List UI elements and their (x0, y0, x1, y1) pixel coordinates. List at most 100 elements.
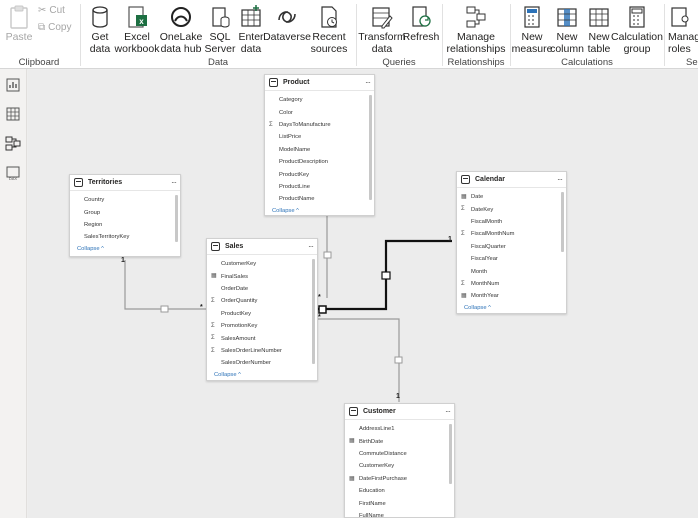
field-region[interactable]: Region (70, 219, 180, 231)
scrollbar[interactable] (312, 259, 315, 364)
dax-query-view-icon[interactable]: DAX (5, 165, 21, 181)
field-fullname[interactable]: FullName (345, 510, 454, 518)
more-options-icon[interactable]: ··· (557, 175, 563, 184)
field-fiscalmonthnum[interactable]: Σ FiscalMonthNum (457, 228, 566, 240)
field-salesterritorykey[interactable]: SalesTerritoryKey (70, 231, 180, 243)
transform-data-button[interactable]: Transform data (358, 0, 406, 58)
field-firstname[interactable]: FirstName (345, 497, 454, 509)
field-salesamount[interactable]: Σ SalesAmount (207, 332, 317, 344)
more-options-icon[interactable]: ··· (171, 178, 177, 187)
field-productkey[interactable]: ProductKey (207, 308, 317, 320)
field-datekey[interactable]: Σ DateKey (457, 203, 566, 215)
field-orderdate[interactable]: OrderDate (207, 283, 317, 295)
field-birthdate[interactable]: ▦ BirthDate (345, 435, 454, 447)
model-view-icon[interactable] (5, 135, 21, 151)
field-fiscalquarter[interactable]: FiscalQuarter (457, 241, 566, 253)
calculation-group-button[interactable]: Calculation group (611, 0, 663, 58)
paste-button[interactable]: Paste (5, 0, 33, 58)
field-finalsales[interactable]: ▦ FinalSales (207, 270, 317, 282)
field-customerkey[interactable]: CustomerKey (207, 258, 317, 270)
scrollbar[interactable] (561, 192, 564, 252)
enter-data-button[interactable]: Enter data (236, 0, 266, 58)
field-monthyear[interactable]: ▦ MonthYear (457, 290, 566, 302)
field-addressline1[interactable]: AddressLine1 (345, 423, 454, 435)
refresh-button[interactable]: Refresh (403, 0, 439, 58)
field-label: FiscalMonthNum (471, 231, 515, 238)
recent-sources-button[interactable]: Recent sources (308, 0, 350, 58)
copy-icon: ⧉ (38, 22, 46, 33)
field-productdescription[interactable]: ProductDescription (265, 156, 374, 168)
field-group[interactable]: Group (70, 206, 180, 218)
get-data-button[interactable]: Get data (84, 0, 116, 58)
new-table-button[interactable]: New table (584, 0, 614, 58)
new-measure-button[interactable]: New measure (512, 0, 552, 58)
table-view-icon[interactable] (5, 106, 21, 122)
copy-button[interactable]: ⧉ Copy (38, 22, 72, 33)
field-label: FinalSales (221, 273, 249, 280)
field-fiscalyear[interactable]: FiscalYear (457, 253, 566, 265)
field-customerkey[interactable]: CustomerKey (345, 460, 454, 472)
field-salesorderlinenumber[interactable]: Σ SalesOrderLineNumber (207, 345, 317, 357)
cardinality-one: 1 (121, 257, 125, 264)
field-orderquantity[interactable]: Σ OrderQuantity (207, 295, 317, 307)
dataverse-button[interactable]: Dataverse (263, 0, 311, 58)
territories-sales-relationship[interactable] (124, 260, 206, 310)
onelake-button[interactable]: OneLake data hub (158, 0, 204, 58)
table-card-sales[interactable]: Sales ··· CustomerKey ▦ FinalSales OrderDat… (206, 238, 318, 381)
collapse-button[interactable]: Collapse ^ (265, 206, 374, 217)
field-category[interactable]: Category (265, 94, 374, 106)
table-card-customer[interactable]: Customer ··· AddressLine1 ▦ BirthDate Commu… (344, 403, 455, 518)
model-canvas[interactable]: 1 * * 1 * 1 Product ··· Category Color Σ Da… (28, 70, 698, 518)
excel-workbook-button[interactable]: x Excel workbook (115, 0, 159, 58)
field-month[interactable]: Month (457, 265, 566, 277)
relationships-group-label: Relationships (447, 57, 505, 68)
table-header[interactable]: Territories ··· (70, 175, 180, 191)
field-date[interactable]: ▦ Date (457, 191, 566, 203)
table-title: Product (283, 79, 310, 86)
field-productline[interactable]: ProductLine (265, 181, 374, 193)
table-card-product[interactable]: Product ··· Category Color Σ DaysToManufact… (264, 74, 375, 216)
report-view-icon[interactable] (5, 77, 21, 93)
sigma-icon: Σ (211, 347, 215, 354)
field-color[interactable]: Color (265, 106, 374, 118)
field-productkey[interactable]: ProductKey (265, 168, 374, 180)
manage-rel-label-1: Manage (457, 31, 495, 43)
sql-server-button[interactable]: SQL Server (204, 0, 236, 58)
manage-relationships-button[interactable]: Manage relationships (446, 0, 506, 58)
field-label: Education (359, 488, 385, 495)
field-daystomanufacture[interactable]: Σ DaysToManufacture (265, 119, 374, 131)
field-modelname[interactable]: ModelName (265, 144, 374, 156)
more-options-icon[interactable]: ··· (445, 407, 451, 416)
table-card-territories[interactable]: Territories ··· Country Group Region SalesT… (69, 174, 181, 257)
sigma-icon: Σ (211, 298, 215, 305)
table-header[interactable]: Customer ··· (345, 404, 454, 420)
field-datefirstpurchase[interactable]: ▦ DateFirstPurchase (345, 473, 454, 485)
collapse-button[interactable]: Collapse ^ (207, 370, 317, 381)
field-productname[interactable]: ProductName (265, 193, 374, 205)
field-salesordernumber[interactable]: SalesOrderNumber (207, 357, 317, 369)
field-monthnum[interactable]: Σ MonthNum (457, 278, 566, 290)
table-header[interactable]: Product ··· (265, 75, 374, 91)
field-commutedistance[interactable]: CommuteDistance (345, 448, 454, 460)
table-header[interactable]: Calendar ··· (457, 172, 566, 188)
field-country[interactable]: Country (70, 194, 180, 206)
field-listprice[interactable]: ListPrice (265, 131, 374, 143)
field-fiscalmonth[interactable]: FiscalMonth (457, 216, 566, 228)
scrollbar[interactable] (449, 424, 452, 484)
manage-roles-button[interactable]: Manag roles (668, 0, 698, 58)
new-column-button[interactable]: New column (550, 0, 584, 58)
more-options-icon[interactable]: ··· (365, 78, 371, 87)
field-label: MonthNum (471, 280, 500, 287)
customer-sales-relationship[interactable] (318, 318, 400, 402)
more-options-icon[interactable]: ··· (308, 242, 314, 251)
field-education[interactable]: Education (345, 485, 454, 497)
table-header[interactable]: Sales ··· (207, 239, 317, 255)
table-card-calendar[interactable]: Calendar ··· ▦ Date Σ DateKey FiscalMonth Σ Fi… (456, 171, 567, 314)
collapse-button[interactable]: Collapse ^ (457, 303, 566, 314)
field-label: ProductDescription (279, 159, 328, 166)
scrollbar[interactable] (175, 195, 178, 242)
collapse-button[interactable]: Collapse ^ (70, 244, 180, 255)
scrollbar[interactable] (369, 95, 372, 200)
field-promotionkey[interactable]: Σ PromotionKey (207, 320, 317, 332)
cut-button[interactable]: ✂ Cut (38, 5, 65, 16)
